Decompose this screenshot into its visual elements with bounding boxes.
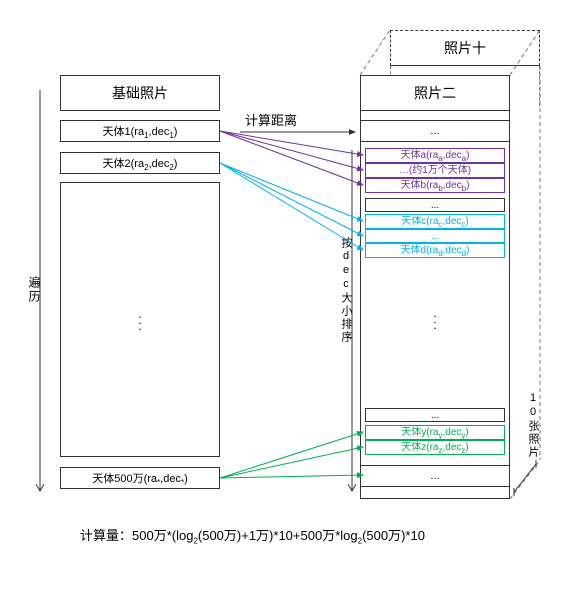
left-row-n: 天体500万(ra*,dec*) [60,467,220,489]
row-d-text: 天体d(rad,decd) [401,245,470,256]
ten-photos-label: 10张照片 [525,380,541,470]
iterate-label: 遍历 [26,260,43,320]
row-b-text: 天体b(rab,decb) [401,180,470,191]
row-a-text: 天体a(raa,deca) [401,150,470,161]
complexity-formula: 计算量：500万*(log2(500万)+1万)*10+500万*log2(50… [80,525,425,544]
row-c-text: 天体c(rac,decc) [401,216,468,227]
left-row-1: 天体1(ra1,dec1) [60,120,220,142]
ten-photos-text: 10张照片 [525,392,541,459]
right-row-z: 天体z(raz,decz) [365,440,505,455]
right-row-a: 天体a(raa,deca) [365,148,505,163]
left-row-1-text: 天体1(ra1,dec1) [103,123,178,139]
right-row-c: 天体c(rac,decc) [365,214,505,229]
left-body: ... [60,182,220,457]
diagram-canvas: 基础照片 天体1(ra1,dec1) 天体2(ra2,dec2) ... 天体5… [20,20,562,569]
right-ellipsis-bottom: ... [360,465,510,487]
left-header: 基础照片 [60,75,220,111]
right-row-d: 天体d(rad,decd) [365,243,505,258]
right-header-front: 照片二 [360,75,510,111]
right-ellipsis-3: ... [365,229,505,243]
left-row-2: 天体2(ra2,dec2) [60,152,220,174]
right-row-y: 天体y(ray,decy) [365,425,505,440]
right-ellipsis-2: ... [365,198,505,212]
distance-label: 计算距离 [245,110,297,129]
row-y-text: 天体y(ray,decy) [401,427,468,438]
right-ellipsis-4: ... [365,408,505,422]
dots-icon: ... [138,311,141,329]
row-z-text: 天体z(raz,decz) [401,442,468,453]
dots-mid: ... [360,310,510,328]
right-row-mid: …(约1万个天体) [365,163,505,178]
right-ellipsis-top: ... [360,120,510,142]
right-row-b: 天体b(rab,decb) [365,178,505,193]
left-row-2-text: 天体2(ra2,dec2) [103,155,178,171]
sort-label: 按dec大小排序 [338,220,354,360]
right-header-back: 照片十 [390,30,540,66]
left-row-n-text: 天体500万(ra*,dec*) [92,470,188,486]
